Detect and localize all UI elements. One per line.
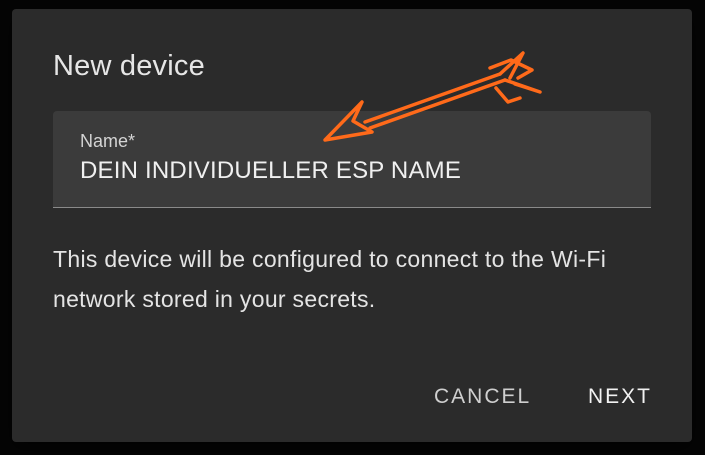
cancel-button[interactable]: CANCEL — [426, 379, 539, 415]
dialog-description: This device will be configured to connec… — [53, 246, 607, 312]
next-button[interactable]: NEXT — [580, 379, 660, 415]
dialog-title: New device — [53, 50, 205, 82]
new-device-dialog: New device Name* This device will be con… — [12, 9, 692, 442]
name-input[interactable] — [80, 157, 620, 185]
name-field-label: Name* — [80, 131, 136, 151]
name-field[interactable]: Name* — [53, 111, 651, 208]
